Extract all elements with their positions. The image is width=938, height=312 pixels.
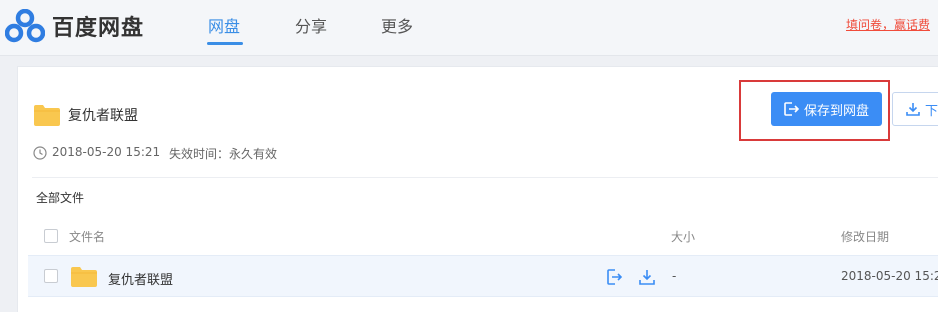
tab-netdisk[interactable]: 网盘 xyxy=(208,13,240,37)
save-to-disk-icon xyxy=(784,102,800,116)
column-header-name[interactable]: 文件名 xyxy=(69,228,105,245)
baidu-cloud-logo-icon[interactable] xyxy=(5,9,45,43)
download-icon xyxy=(906,103,920,116)
save-to-disk-icon[interactable] xyxy=(606,268,624,286)
file-size: - xyxy=(672,269,677,283)
table-row[interactable]: 复仇者联盟 - 2018-05-20 15:20 xyxy=(28,255,938,297)
tab-more[interactable]: 更多 xyxy=(381,13,413,37)
download-icon[interactable] xyxy=(638,268,656,286)
save-to-disk-button[interactable]: 保存到网盘 xyxy=(771,92,882,126)
share-panel: 复仇者联盟 2018-05-20 15:21 失效时间：永久有效 保存到网盘 下… xyxy=(17,66,938,312)
select-all-checkbox[interactable] xyxy=(44,229,58,243)
column-header-modified[interactable]: 修改日期 xyxy=(841,228,889,245)
row-checkbox[interactable] xyxy=(44,269,58,283)
brand-name[interactable]: 百度网盘 xyxy=(52,10,144,42)
file-modified-date: 2018-05-20 15:20 xyxy=(841,269,938,283)
file-name[interactable]: 复仇者联盟 xyxy=(108,269,173,288)
column-header-size[interactable]: 大小 xyxy=(671,228,695,245)
survey-link[interactable]: 填问卷，赢话费 xyxy=(846,16,930,33)
share-created-time: 2018-05-20 15:21 xyxy=(52,145,161,159)
download-label: 下载 xyxy=(925,103,938,119)
folder-icon xyxy=(34,105,60,126)
breadcrumb[interactable]: 全部文件 xyxy=(36,189,84,206)
download-button[interactable]: 下载 xyxy=(892,92,938,126)
active-tab-indicator xyxy=(207,42,243,45)
folder-icon xyxy=(71,267,97,287)
expire-time: 失效时间：永久有效 xyxy=(169,147,278,161)
save-to-disk-label: 保存到网盘 xyxy=(804,103,870,119)
top-bar: 百度网盘 网盘 分享 更多 填问卷，赢话费 xyxy=(0,0,938,56)
tab-share[interactable]: 分享 xyxy=(295,13,327,37)
share-title: 复仇者联盟 xyxy=(68,108,138,124)
divider xyxy=(32,177,938,178)
clock-icon xyxy=(33,146,47,160)
